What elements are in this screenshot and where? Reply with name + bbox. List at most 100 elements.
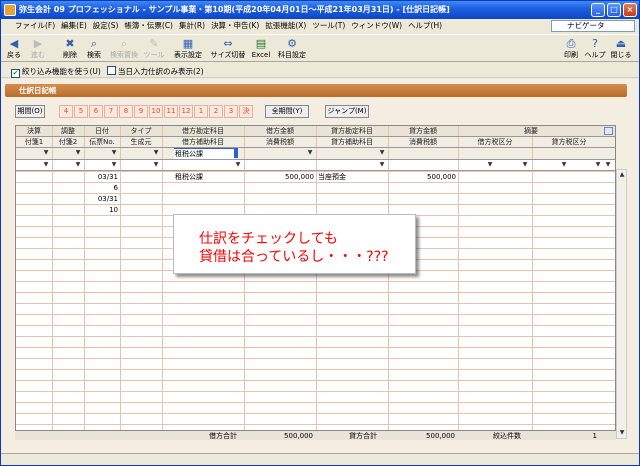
narrow-label: 絞り込み機能を使う(U) (22, 67, 101, 76)
dropdown-arrow-icon[interactable]: ▼ (560, 161, 568, 169)
month-10[interactable]: 10 (149, 105, 163, 118)
header-type[interactable]: タイプ (120, 126, 162, 136)
header-credit-sub[interactable]: 貸方補助科目 (316, 137, 388, 147)
menu-edit[interactable]: 編集(E) (58, 19, 90, 33)
header-credit-taxcat[interactable]: 貸方税区分 (532, 137, 606, 147)
close-tool-button[interactable]: ⏏ 閉じる (609, 37, 633, 59)
print-button[interactable]: ⎙ 印刷 (562, 37, 580, 59)
debit-account-input[interactable]: 租税公課 (174, 149, 234, 159)
header-credit-amount[interactable]: 貸方金額 (388, 126, 458, 136)
month-6[interactable]: 6 (89, 105, 103, 118)
month-3[interactable]: 3 (224, 105, 238, 118)
month-11[interactable]: 11 (164, 105, 178, 118)
row-denpyo-no[interactable]: 6 (84, 183, 118, 193)
header-credit-account[interactable]: 貸方勘定科目 (316, 126, 388, 136)
dropdown-arrow-icon[interactable]: ▼ (152, 161, 160, 169)
menu-file[interactable]: ファイル(F) (1, 19, 58, 33)
header-debit-taxcat[interactable]: 借方税区分 (458, 137, 532, 147)
period-button[interactable]: 期間(O) (15, 105, 45, 118)
month-5[interactable]: 5 (74, 105, 88, 118)
disabled-tool-button[interactable]: ✎ ツール (143, 37, 165, 59)
header-denpyo-no[interactable]: 伝票No. (84, 137, 120, 147)
menu-window[interactable]: ウィンドウ(W) (348, 19, 405, 33)
row-debit-amount[interactable]: 500,000 (244, 172, 314, 182)
header-chosei[interactable]: 調整 (52, 126, 84, 136)
menu-summary[interactable]: 集計(R) (176, 19, 208, 33)
display-settings-button[interactable]: ▦ 表示設定 (171, 37, 205, 59)
scroll-up-icon[interactable]: ▲ (618, 171, 626, 179)
header-debit-amount[interactable]: 借方金額 (244, 126, 316, 136)
vertical-scrollbar[interactable]: ▲ ▼ (616, 169, 627, 439)
menu-help[interactable]: ヘルプ(H) (405, 19, 445, 33)
menu-settings[interactable]: 設定(S) (90, 19, 122, 33)
dropdown-arrow-icon[interactable]: ▼ (306, 149, 314, 157)
excel-button[interactable]: ▤ Excel (250, 37, 272, 59)
scroll-down-icon[interactable]: ▼ (618, 429, 626, 437)
dropdown-arrow-icon[interactable]: ▼ (42, 149, 50, 157)
dropdown-arrow-icon[interactable]: ▼ (42, 161, 50, 169)
header-fusen2[interactable]: 付箋2 (52, 137, 84, 147)
back-button[interactable]: ◀ 戻る (5, 37, 23, 59)
row-debit-account[interactable]: 租税公課 (175, 172, 241, 182)
maximize-button[interactable]: □ (607, 3, 621, 17)
help-button[interactable]: ? ヘルプ (583, 37, 607, 59)
row-credit-account[interactable]: 当座預金 (318, 172, 386, 182)
header-source[interactable]: 生成元 (120, 137, 162, 147)
month-1[interactable]: 1 (194, 105, 208, 118)
search-replace-button[interactable]: ⌕ 検索置換 (109, 37, 139, 59)
jump-button[interactable]: ジャンプ(M) (325, 105, 369, 118)
row-denpyo-no[interactable]: 10 (84, 205, 118, 215)
month-9[interactable]: 9 (134, 105, 148, 118)
month-closing[interactable]: 決 (239, 105, 253, 118)
app-window: 弥生会計 09 プロフェッショナル - サンプル事業・第10期(平成20年04月… (0, 0, 640, 466)
delete-button[interactable]: ✖ 削除 (61, 37, 79, 59)
month-7[interactable]: 7 (104, 105, 118, 118)
account-settings-button[interactable]: ⚙ 科目設定 (275, 37, 309, 59)
dropdown-arrow-icon[interactable]: ▼ (521, 161, 529, 169)
search-button[interactable]: ⌕ 検索 (85, 37, 103, 59)
dropdown-arrow-icon[interactable]: ▼ (110, 149, 118, 157)
menu-extensions[interactable]: 拡張機能(X) (262, 19, 309, 33)
header-debit-tax[interactable]: 消費税額 (244, 137, 316, 147)
magnifier-icon: ⌕ (90, 37, 98, 50)
header-tekiyo[interactable]: 摘要 (458, 126, 604, 136)
navigator-dropdown[interactable]: ナビゲータ (551, 20, 635, 32)
menu-books[interactable]: 帳簿・伝票(C) (121, 19, 176, 33)
row-credit-amount[interactable]: 500,000 (388, 172, 456, 182)
dropdown-arrow-icon[interactable]: ▼ (74, 149, 82, 157)
row-date[interactable]: 03/31 (84, 172, 118, 182)
dropdown-arrow-icon[interactable]: ▼ (486, 161, 494, 169)
month-12[interactable]: 12 (179, 105, 193, 118)
row-date[interactable]: 03/31 (84, 194, 118, 204)
dropdown-arrow-icon[interactable]: ▼ (152, 149, 160, 157)
forward-button[interactable]: ▶ 進む (29, 37, 47, 59)
search-replace-icon: ⌕ (120, 37, 128, 50)
dropdown-arrow-icon[interactable]: ▼ (604, 161, 612, 169)
today-only-checkbox[interactable]: 当日入力仕訳のみ表示(2) (107, 66, 204, 77)
header-debit-account[interactable]: 借方勘定科目 (162, 126, 244, 136)
column-settings-icon[interactable] (604, 127, 613, 135)
header-kessan[interactable]: 決算 (16, 126, 52, 136)
size-toggle-button[interactable]: ⇔ サイズ切替 (209, 37, 247, 59)
all-period-button[interactable]: 全期間(Y) (265, 105, 309, 118)
dropdown-arrow-icon[interactable]: ▼ (234, 161, 242, 169)
month-8[interactable]: 8 (119, 105, 133, 118)
dropdown-arrow-icon[interactable]: ▼ (110, 161, 118, 169)
header-credit-tax[interactable]: 消費税額 (388, 137, 458, 147)
header-fusen1[interactable]: 付箋1 (16, 137, 52, 147)
dropdown-arrow-icon[interactable]: ▼ (378, 149, 386, 157)
header-debit-sub[interactable]: 借方補助科目 (162, 137, 244, 147)
dropdown-arrow-icon[interactable]: ▼ (74, 161, 82, 169)
account-settings-icon: ⚙ (287, 37, 297, 50)
minimize-button[interactable]: _ (591, 3, 605, 17)
menu-tools[interactable]: ツール(T) (309, 19, 348, 33)
month-4[interactable]: 4 (59, 105, 73, 118)
dropdown-arrow-icon[interactable]: ▼ (378, 161, 386, 169)
menu-closing[interactable]: 決算・申告(K) (208, 19, 262, 33)
header-date[interactable]: 日付 (84, 126, 120, 136)
close-window-button[interactable]: × (623, 3, 637, 17)
disabled-tool-label: ツール (143, 51, 165, 59)
month-2[interactable]: 2 (209, 105, 223, 118)
narrow-checkbox[interactable]: ✔ 絞り込み機能を使う(U) (11, 66, 101, 78)
dropdown-arrow-icon[interactable]: ▼ (594, 161, 602, 169)
